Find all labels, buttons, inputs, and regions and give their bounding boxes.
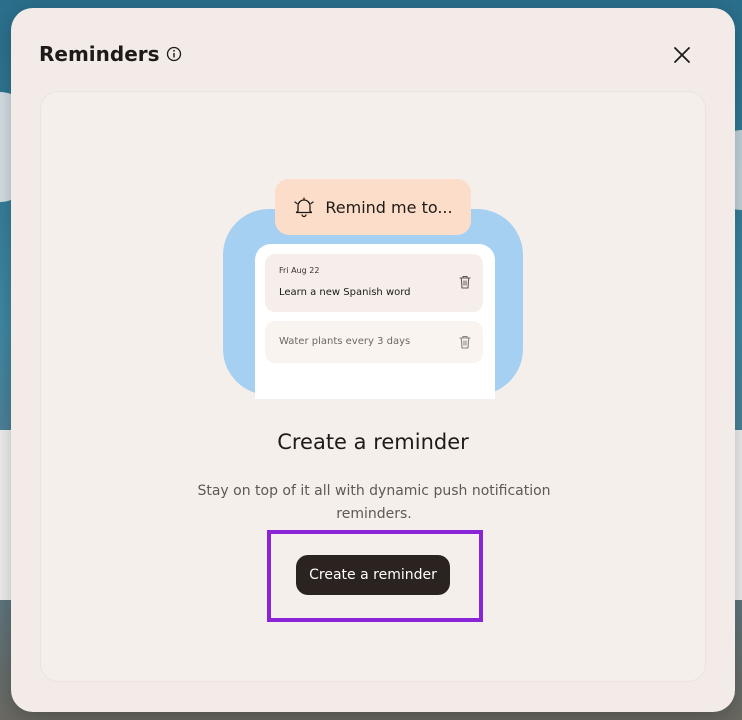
modal-title: Reminders [39,42,160,66]
reminders-modal: Reminders Remind me to... Fri Aug 22 Lea… [11,8,735,712]
empty-state-heading: Create a reminder [277,430,469,454]
remind-me-pill: Remind me to... [275,179,471,235]
close-icon [674,47,690,63]
illustration-reminder-item: Water plants every 3 days [265,321,483,363]
reminder-illustration: Remind me to... Fri Aug 22 Learn a new S… [223,179,525,399]
modal-header: Reminders [39,38,707,70]
create-reminder-button[interactable]: Create a reminder [296,555,450,595]
close-button[interactable] [667,40,697,70]
reminder-title: Water plants every 3 days [279,336,411,347]
reminder-date: Fri Aug 22 [279,266,320,275]
remind-me-text: Remind me to... [325,197,453,217]
empty-state-description: Stay on top of it all with dynamic push … [197,483,551,522]
reminder-title: Learn a new Spanish word [279,287,411,298]
trash-icon [459,335,471,349]
empty-state-card: Remind me to... Fri Aug 22 Learn a new S… [40,91,706,682]
illustration-reminder-item: Fri Aug 22 Learn a new Spanish word [265,254,483,312]
trash-icon [459,275,471,289]
info-icon[interactable] [166,46,182,62]
bell-icon [294,197,314,218]
